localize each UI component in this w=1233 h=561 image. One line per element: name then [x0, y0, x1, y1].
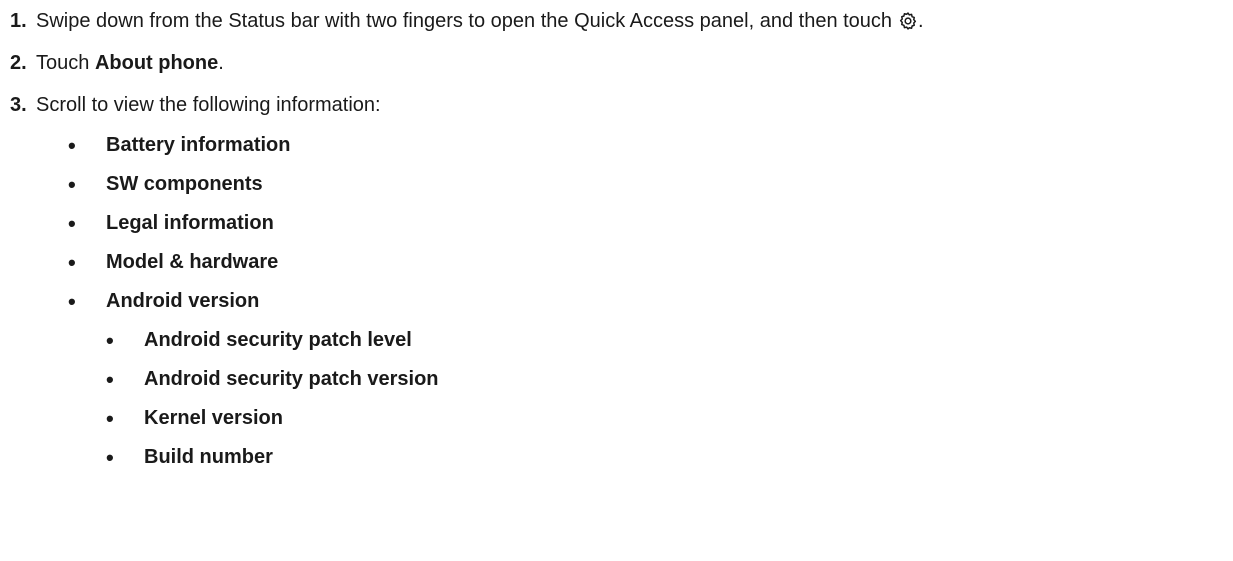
- settings-gear-icon: [899, 12, 917, 30]
- list-item: • Battery information: [68, 126, 439, 165]
- bullet: •: [106, 444, 114, 470]
- step-end: .: [918, 9, 924, 32]
- list-item-label: SW components: [106, 173, 263, 195]
- bullet: •: [106, 366, 114, 392]
- sub-list-item: • Android security patch level: [68, 321, 439, 360]
- step-text: Scroll to view the following information…: [36, 93, 381, 116]
- sub-list-item: • Kernel version: [68, 399, 439, 438]
- information-list: • Battery information • SW components • …: [68, 126, 439, 477]
- list-item-label: Model & hardware: [106, 251, 279, 273]
- step-number: 2.: [10, 51, 27, 74]
- step-number: 3.: [10, 93, 27, 116]
- about-phone-label: About phone: [94, 51, 219, 74]
- step-end: .: [218, 51, 224, 74]
- step-text: Swipe down from the Status bar with two …: [36, 9, 893, 32]
- bullet: •: [68, 132, 76, 158]
- sub-list-item-label: Build number: [144, 446, 273, 468]
- sub-list-item-label: Android security patch version: [144, 368, 439, 390]
- bullet: •: [106, 327, 114, 353]
- list-item: • SW components: [68, 165, 439, 204]
- bullet: •: [68, 171, 76, 197]
- sub-list-item-label: Android security patch level: [144, 329, 412, 351]
- sub-list-item: • Android security patch version: [68, 360, 439, 399]
- bullet: •: [68, 288, 76, 314]
- sub-list-item-label: Kernel version: [144, 407, 283, 429]
- list-item-label: Battery information: [106, 134, 291, 156]
- step-text: Touch About phone.: [36, 52, 224, 75]
- sub-list-item: • Build number: [68, 438, 439, 477]
- step-prefix: Touch: [36, 51, 95, 74]
- bullet: •: [106, 405, 114, 431]
- step-2: 2. Touch About phone.: [10, 42, 1230, 84]
- list-item-label: Legal information: [106, 212, 274, 234]
- bullet: •: [68, 210, 76, 236]
- list-item: • Legal information: [68, 204, 439, 243]
- bullet: •: [68, 249, 76, 275]
- step-1: 1. Swipe down from the Status bar with t…: [10, 0, 1230, 42]
- list-item-label: Android version: [106, 290, 260, 312]
- list-item: • Android version: [68, 282, 439, 321]
- instruction-steps: 1. Swipe down from the Status bar with t…: [10, 0, 1230, 126]
- list-item: • Model & hardware: [68, 243, 439, 282]
- step-3: 3. Scroll to view the following informat…: [10, 84, 1230, 126]
- step-number: 1.: [10, 9, 27, 32]
